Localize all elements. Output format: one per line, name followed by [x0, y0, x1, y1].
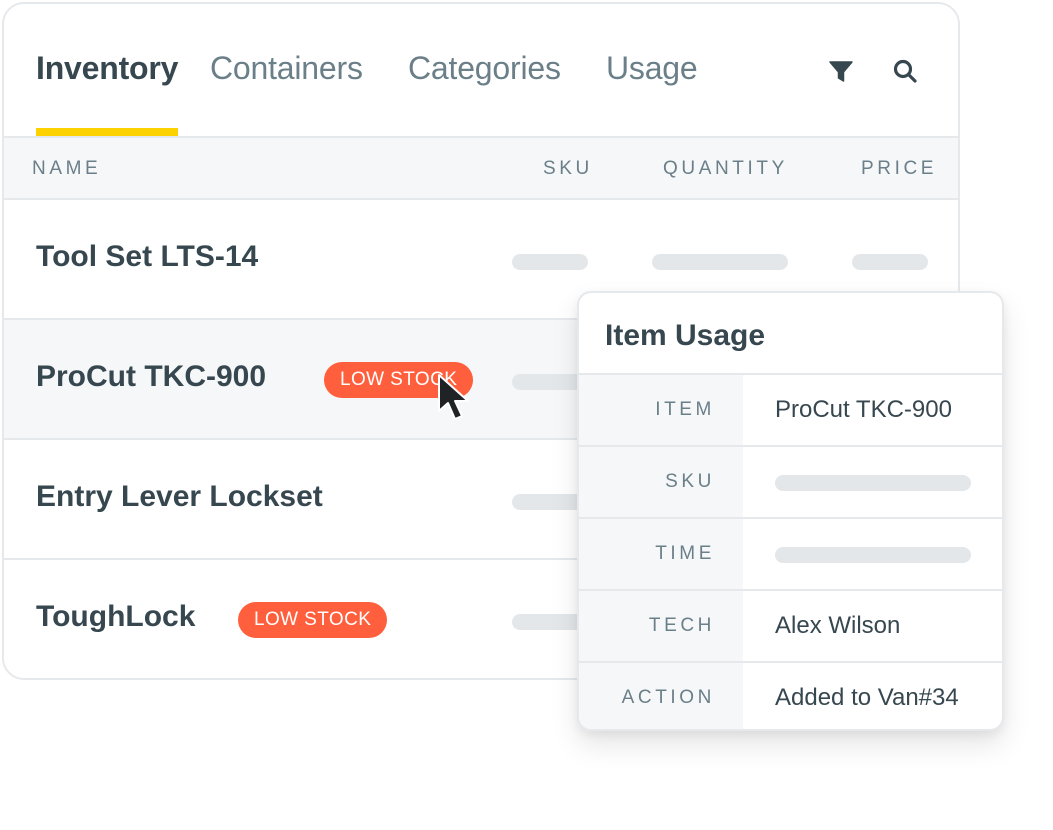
low-stock-badge[interactable]: LOW STOCK — [238, 602, 388, 638]
tab-containers[interactable]: Containers — [210, 50, 363, 87]
detail-row-action: ACTION Added to Van#34 — [579, 661, 1002, 729]
column-header-sku[interactable]: SKU — [543, 158, 593, 180]
item-usage-popover: Item Usage ITEM ProCut TKC-900 SKU TIME … — [577, 291, 1004, 731]
detail-value: Alex Wilson — [775, 612, 901, 639]
item-name: ProCut TKC-900 — [36, 360, 267, 393]
tab-bar: Inventory Containers Categories Usage — [4, 4, 958, 136]
detail-label: SKU — [579, 447, 743, 517]
filter-button[interactable] — [826, 56, 856, 86]
detail-label: TIME — [579, 519, 743, 589]
sku-placeholder — [512, 254, 588, 270]
column-header-price[interactable]: PRICE — [861, 158, 937, 180]
quantity-placeholder — [652, 254, 788, 270]
search-icon — [893, 59, 917, 83]
tab-usage[interactable]: Usage — [606, 50, 698, 87]
column-header-name[interactable]: NAME — [32, 158, 101, 180]
detail-label: TECH — [579, 591, 743, 661]
detail-value: Added to Van#34 — [775, 684, 959, 711]
detail-label: ITEM — [579, 375, 743, 445]
item-name: Entry Lever Lockset — [36, 480, 323, 513]
detail-row-sku: SKU — [579, 445, 1002, 517]
detail-row-time: TIME — [579, 517, 1002, 589]
tab-categories[interactable]: Categories — [408, 50, 561, 87]
item-name: Tool Set LTS-14 — [36, 240, 259, 273]
active-tab-indicator — [36, 128, 178, 136]
detail-row-item: ITEM ProCut TKC-900 — [579, 373, 1002, 445]
item-name: ToughLock — [36, 600, 196, 633]
detail-row-tech: TECH Alex Wilson — [579, 589, 1002, 661]
detail-value: ProCut TKC-900 — [775, 396, 952, 423]
table-header: NAME SKU QUANTITY PRICE — [4, 136, 958, 200]
time-placeholder — [775, 547, 971, 563]
detail-label: ACTION — [579, 663, 743, 729]
low-stock-badge[interactable]: LOW STOCK — [324, 362, 474, 398]
popover-title: Item Usage — [605, 319, 766, 352]
filter-icon — [829, 61, 853, 82]
column-header-quantity[interactable]: QUANTITY — [663, 158, 788, 180]
sku-placeholder — [775, 475, 971, 491]
tab-inventory[interactable]: Inventory — [36, 50, 178, 87]
price-placeholder — [852, 254, 928, 270]
search-button[interactable] — [890, 56, 920, 86]
